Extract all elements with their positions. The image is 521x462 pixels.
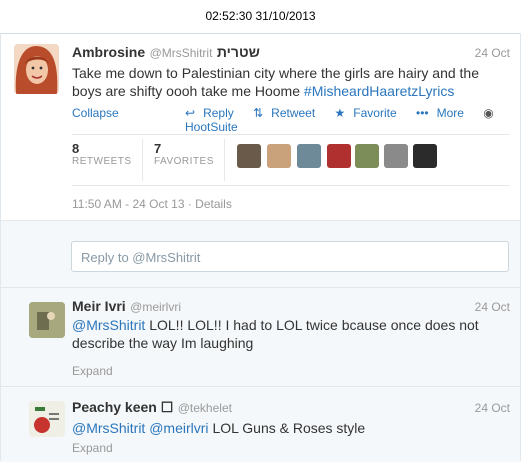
tweet-header: Peachy keen ☐ @tekhelet — [72, 399, 232, 417]
stats-divider — [142, 139, 143, 181]
reply-tweet: Peachy keen ☐ @tekhelet 24 Oct @MrsShitr… — [1, 386, 520, 462]
fullname[interactable]: Meir Ivri — [72, 298, 126, 314]
favoriter-avatar[interactable] — [384, 144, 408, 168]
favoriter-avatar[interactable] — [237, 144, 261, 168]
dots-icon: ••• — [416, 106, 429, 120]
favorites-count: 7 — [154, 141, 162, 156]
tweet-header: Ambrosine @MrsShitrit שטרית — [72, 44, 260, 62]
fullname[interactable]: Ambrosine — [72, 44, 145, 60]
retweet-icon: ⇅ — [253, 106, 264, 120]
tweet-header: Meir Ivri @meirlvri — [72, 298, 181, 316]
reply-icon: ↩ — [185, 106, 196, 120]
retweets-stat[interactable]: 8 RETWEETS — [72, 141, 132, 167]
favoriter-avatar[interactable] — [413, 144, 437, 168]
timestamp[interactable]: 24 Oct — [475, 300, 510, 314]
mention-link[interactable]: @meirlvri — [149, 420, 208, 436]
retweets-count: 8 — [72, 141, 80, 156]
reply-button[interactable]: ↩ Reply — [185, 106, 242, 120]
reply-input[interactable]: Reply to @MrsShitrit — [71, 241, 509, 272]
favoriter-avatar[interactable] — [327, 144, 351, 168]
hootsuite-icon: ◉ — [483, 106, 494, 120]
retweet-button[interactable]: ⇅ Retweet — [253, 106, 323, 120]
datetime: 02:52:30 31/10/2013 — [205, 9, 316, 23]
more-button[interactable]: ••• More — [416, 106, 472, 120]
username[interactable]: @MrsShitrit — [150, 46, 213, 60]
main-tweet: Ambrosine @MrsShitrit שטרית 24 Oct Take … — [1, 33, 520, 220]
hashtag-link[interactable]: #MisheardHaaretzLyrics — [304, 83, 454, 99]
reply-tweet: Meir Ivri @meirlvri 24 Oct @MrsShitrit L… — [1, 287, 520, 386]
favorite-button[interactable]: ★ Favorite — [335, 106, 405, 120]
timestamp[interactable]: 24 Oct — [475, 46, 510, 60]
favoriter-avatar[interactable] — [267, 144, 291, 168]
mention-link[interactable]: @MrsShitrit — [72, 317, 145, 333]
username[interactable]: @meirlvri — [130, 300, 181, 314]
favoriter-avatar[interactable] — [297, 144, 321, 168]
timestamp[interactable]: 24 Oct — [475, 401, 510, 415]
star-icon: ★ — [334, 106, 346, 120]
tweet-stats: 8 RETWEETS 7 FAVORITES — [72, 134, 510, 186]
tweet-text: @MrsShitrit LOL!! LOL!! I had to LOL twi… — [72, 316, 502, 352]
avatar[interactable] — [29, 401, 65, 437]
tweet-text: @MrsShitrit @meirlvri LOL Guns & Roses s… — [72, 419, 502, 437]
collapse-link[interactable]: Collapse — [72, 106, 119, 120]
tweet-text-body: LOL Guns & Roses style — [212, 420, 366, 436]
mention-link[interactable]: @MrsShitrit — [72, 420, 145, 436]
avatar[interactable] — [14, 44, 59, 94]
tweet-panel: Ambrosine @MrsShitrit שטרית 24 Oct Take … — [0, 33, 521, 462]
reply-area: Reply to @MrsShitrit — [1, 220, 520, 288]
favorites-stat[interactable]: 7 FAVORITES — [154, 141, 214, 167]
retweets-label: RETWEETS — [72, 156, 132, 167]
username[interactable]: @tekhelet — [178, 401, 232, 415]
tweet-details[interactable]: 11:50 AM - 24 Oct 13 · Details — [72, 197, 232, 211]
expand-link[interactable]: Expand — [72, 364, 113, 378]
fullname[interactable]: Peachy keen ☐ — [72, 399, 173, 415]
expand-link[interactable]: Expand — [72, 441, 113, 455]
stats-divider — [224, 139, 225, 181]
avatar[interactable] — [29, 302, 65, 338]
tweet-actions: ↩ Reply ⇅ Retweet ★ Favorite ••• More ◉HootS… — [185, 106, 520, 134]
status-bar: 02:52:30 31/10/2013 — [0, 0, 521, 33]
favoriter-avatar[interactable] — [355, 144, 379, 168]
fullname-hebrew: שטרית — [216, 44, 260, 60]
favorites-label: FAVORITES — [154, 156, 214, 167]
tweet-text: Take me down to Palestinian city where t… — [72, 64, 502, 100]
